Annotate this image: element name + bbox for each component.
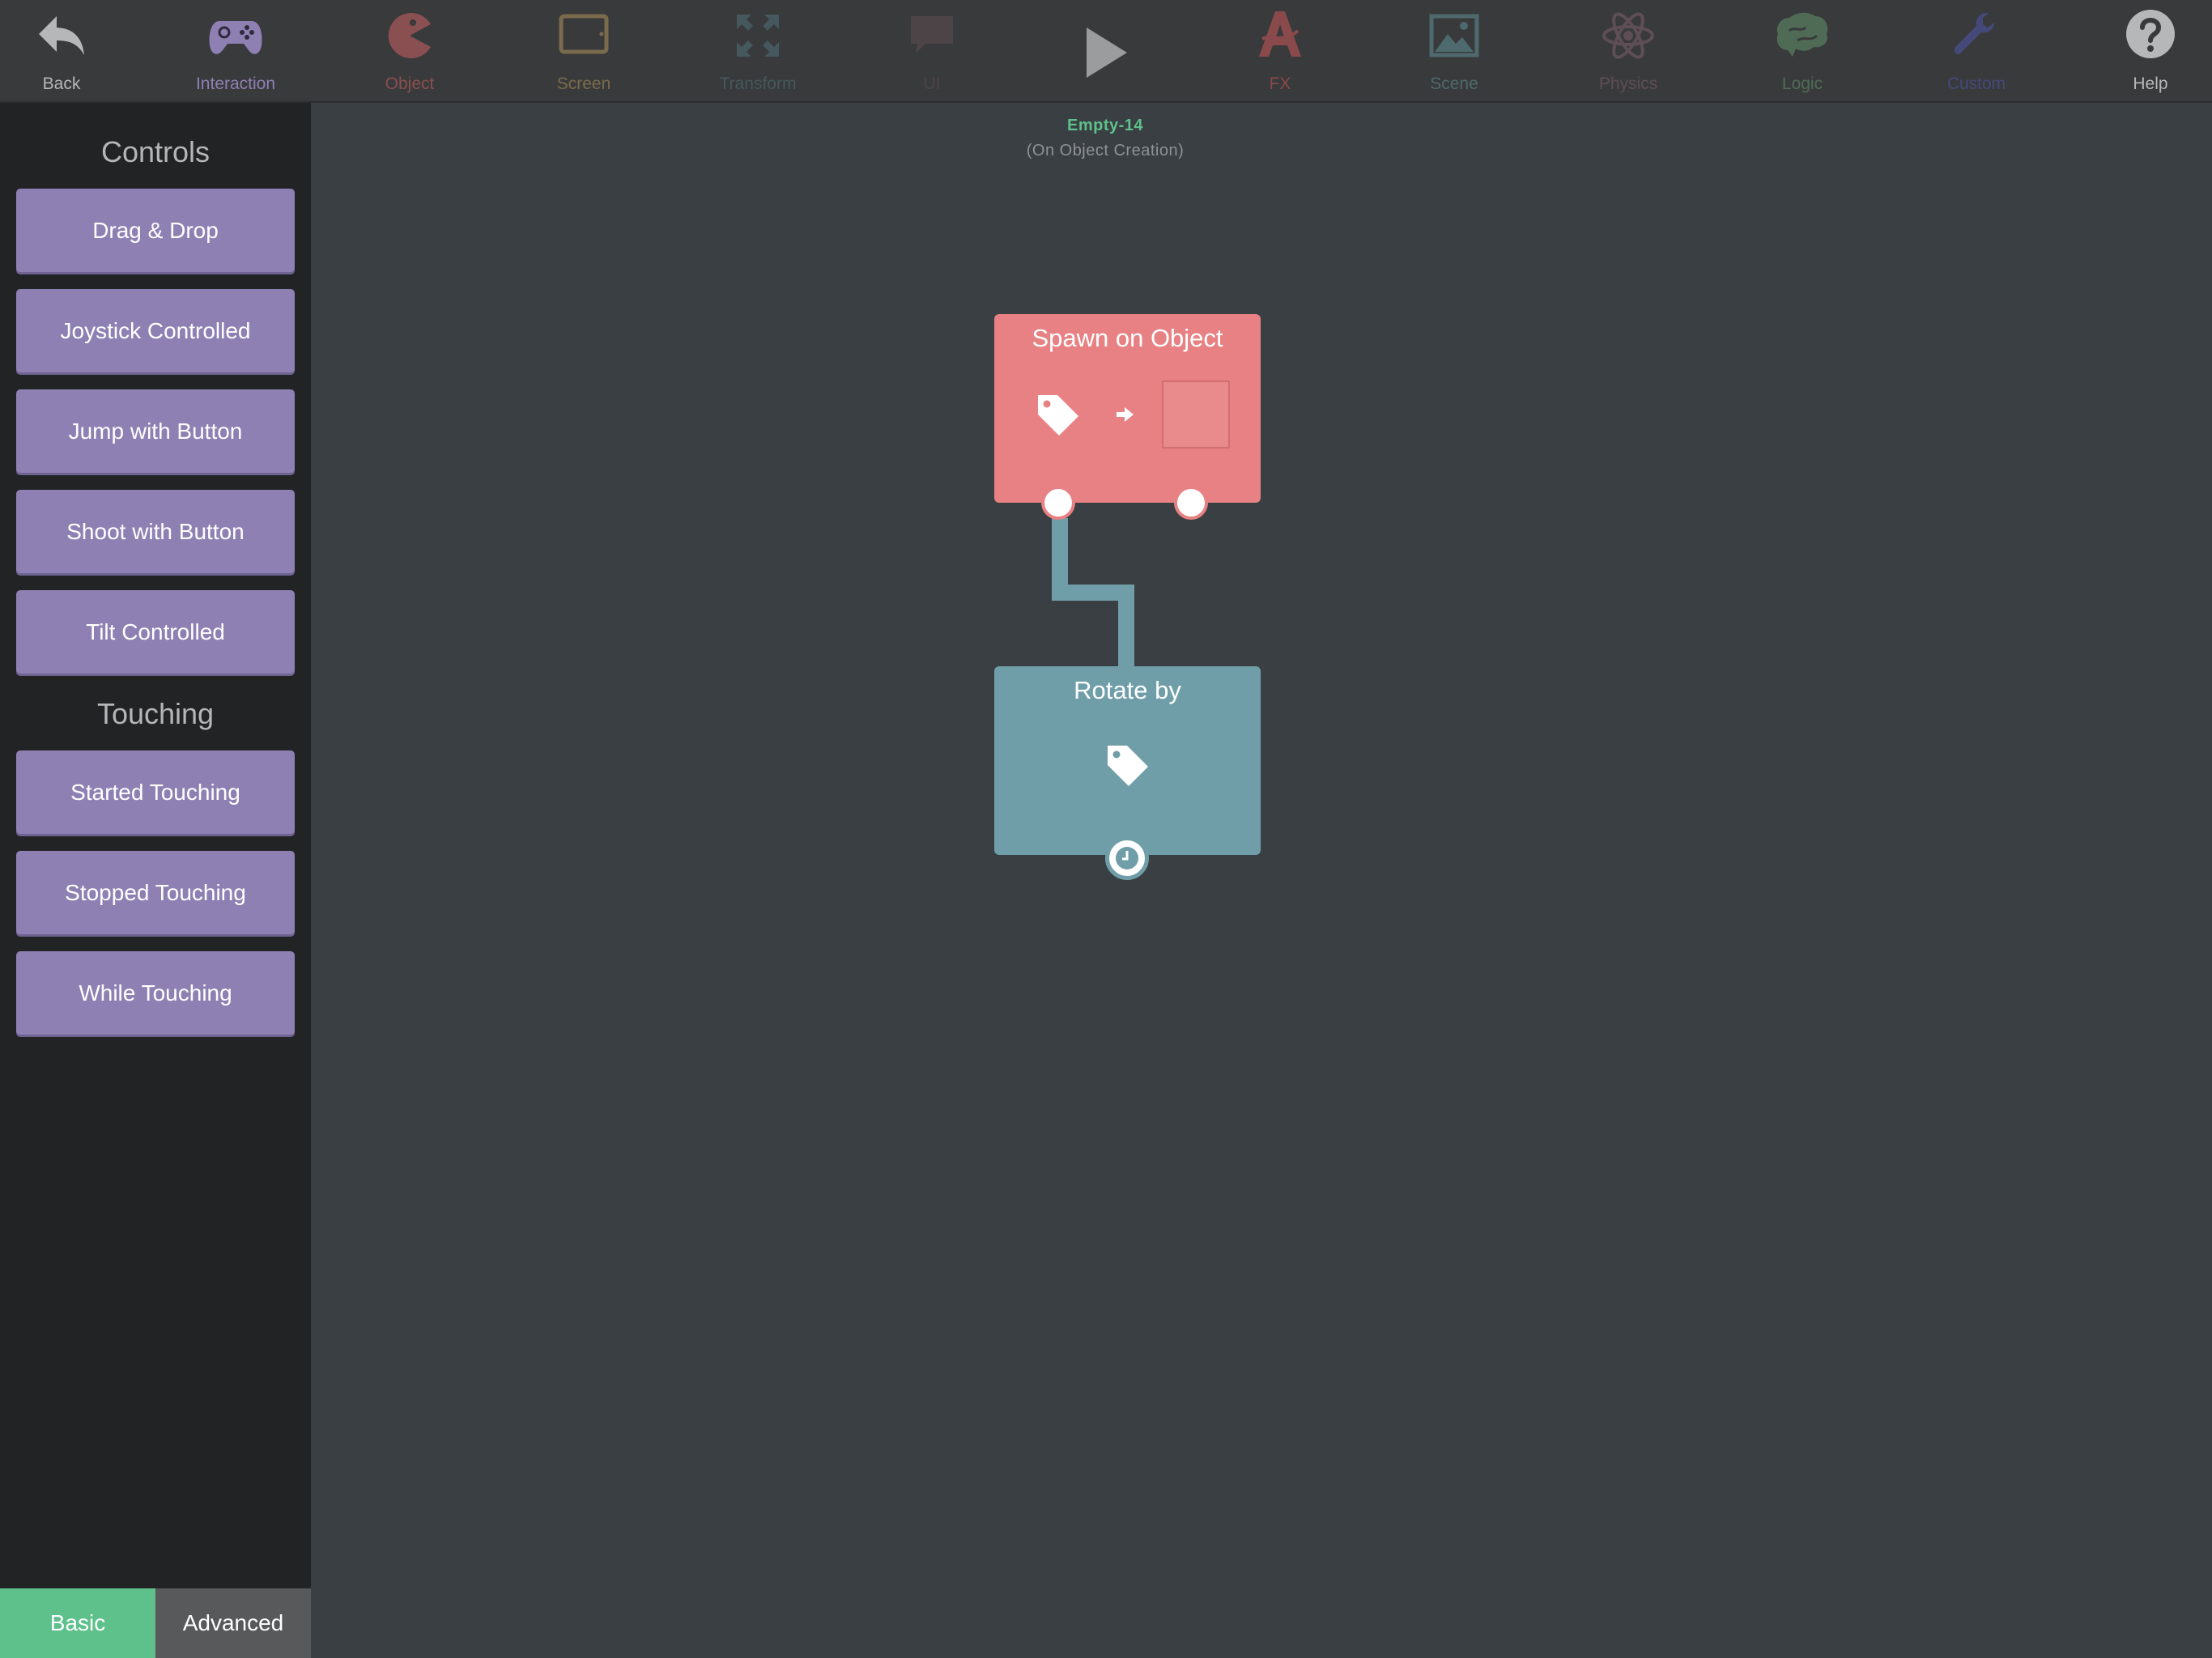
spawn-block-title: Spawn on Object [1032,324,1223,352]
started-touching-button[interactable]: Started Touching [16,750,295,834]
expand-arrows-icon [737,15,779,57]
toolbar-fx-label: FX [1269,74,1291,93]
toolbar-logic-label: Logic [1781,74,1823,93]
brain-icon [1776,12,1828,57]
toolbar-interaction-label: Interaction [195,74,276,93]
rotate-timer-port[interactable] [1105,836,1149,880]
jump-with-button-button[interactable]: Jump with Button [16,389,295,473]
tilt-controlled-button[interactable]: Tilt Controlled [16,590,295,674]
drag-drop-button[interactable]: Drag & Drop [16,189,295,272]
trigger-label: (On Object Creation) [1026,142,1185,159]
toolbar-back-button[interactable]: Back [0,0,134,101]
stopped-touching-button[interactable]: Stopped Touching [16,851,295,934]
toolbar-transform-tab[interactable]: Transform [685,0,831,101]
speech-bubble-icon [911,16,953,53]
gamepad-icon [209,21,262,54]
tag-icon[interactable] [1033,390,1082,439]
object-name-label: Empty-14 [1066,117,1144,134]
toolbar-help-button[interactable]: Help [2078,0,2212,101]
tablet-icon [559,14,609,54]
top-toolbar: Back Interaction Object Screen Transform… [0,0,2212,103]
pacman-icon [388,13,431,59]
toolbar-interaction-tab[interactable]: Interaction [163,0,308,101]
target-object-slot[interactable] [1162,380,1230,449]
controls-heading: Controls [100,135,211,168]
play-icon[interactable] [1069,24,1142,81]
clock-icon [1116,847,1138,869]
toolbar-back-label: Back [42,74,81,93]
toolbar-object-tab[interactable]: Object [337,0,483,101]
shoot-with-button-button[interactable]: Shoot with Button [16,490,295,573]
spawn-output-port-right[interactable] [1174,486,1208,520]
landscape-image-icon [1429,14,1479,57]
touching-heading: Touching [96,697,215,730]
wrench-icon [1954,13,1994,55]
toolbar-custom-label: Custom [1946,74,2006,93]
tag-icon[interactable] [1103,741,1151,789]
atom-icon [1602,12,1654,59]
joystick-controlled-button[interactable]: Joystick Controlled [16,289,295,372]
toolbar-screen-tab[interactable]: Screen [511,0,657,101]
question-circle-icon [2126,10,2175,58]
back-arrow-icon [39,16,84,55]
toolbar-scene-tab[interactable]: Scene [1381,0,1527,101]
toolbar-physics-tab[interactable]: Physics [1555,0,1701,101]
connection-wire-down-2 [1118,585,1134,669]
toolbar-help-label: Help [2133,74,2168,93]
fx-letter-icon [1259,11,1301,57]
toolbar-scene-label: Scene [1430,74,1478,93]
toolbar-screen-label: Screen [556,74,611,93]
toolbar-transform-label: Transform [719,74,797,93]
spawn-output-port-left[interactable] [1041,486,1075,520]
advanced-mode-tab[interactable]: Advanced [155,1588,311,1658]
spawn-on-object-block[interactable]: Spawn on Object [994,314,1261,520]
toolbar-custom-tab[interactable]: Custom [1904,0,2049,101]
rotate-block-title: Rotate by [1074,676,1181,704]
basic-mode-tab[interactable]: Basic [0,1588,155,1658]
toolbar-physics-label: Physics [1598,74,1658,93]
toolbar-logic-tab[interactable]: Logic [1729,0,1875,101]
arrow-right-icon [1117,407,1134,422]
toolbar-object-label: Object [385,74,435,93]
while-touching-button[interactable]: While Touching [16,951,295,1035]
toolbar-fx-tab[interactable]: FX [1207,0,1353,101]
behavior-sidebar: Controls Drag & Drop Joystick Controlled… [0,103,311,1658]
toolbar-ui-tab[interactable]: UI [859,0,1005,101]
rotate-by-block[interactable]: Rotate by [994,666,1261,880]
toolbar-ui-label: UI [923,74,941,93]
